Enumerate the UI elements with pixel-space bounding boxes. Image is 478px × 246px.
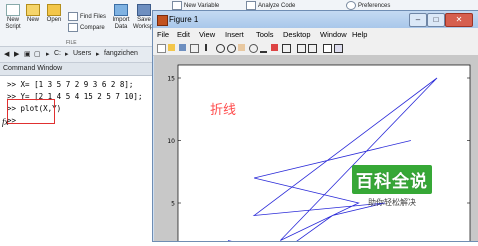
path-users[interactable]: Users [73,50,91,57]
analyze-code-button[interactable]: Analyze Code [246,1,295,10]
path-user-folder[interactable]: fangzichen [104,50,138,57]
find-files-button[interactable]: Find Files [68,12,106,21]
new-variable-button[interactable]: New Variable [172,1,219,10]
command-window-title: Command Window [3,65,63,72]
new-script-button[interactable]: New Script [3,4,23,31]
new-button[interactable]: New [24,4,42,24]
link-plot-icon[interactable] [282,44,291,53]
show-plot-tools-icon[interactable] [334,44,343,53]
hide-plot-tools-icon[interactable] [323,44,332,53]
new-plus-icon [26,4,40,16]
zoom-in-icon[interactable] [216,44,225,53]
import-label: Import Data [112,17,130,30]
save-icon [137,4,151,16]
menu-insert[interactable]: Insert [225,30,244,39]
data-cursor-icon[interactable] [260,44,267,53]
legend-icon[interactable] [308,44,317,53]
menu-edit[interactable]: Edit [177,30,190,39]
figure-title: Figure 1 [169,15,199,24]
print-icon[interactable] [190,44,199,53]
menu-window[interactable]: Window [320,30,347,39]
menu-file[interactable]: File [157,30,169,39]
find-files-icon [68,12,78,21]
y-tick-label: 5 [171,201,175,208]
preferences-button[interactable]: Preferences [346,1,390,10]
y-tick-label: 10 [167,138,175,145]
open-file-icon[interactable] [168,44,175,51]
pan-hand-icon[interactable] [238,44,245,51]
analyze-code-icon [246,1,256,10]
watermark-subtitle: 助你轻松解决 [368,198,416,207]
import-icon [114,4,128,16]
new-label: New [26,17,39,23]
fx-icon[interactable]: fx [2,117,9,127]
file-group-label: FILE [66,40,77,46]
path-separator-icon: ▸ [46,51,50,58]
path-drive[interactable]: C: [54,50,61,57]
rotate-3d-icon[interactable] [249,44,258,53]
close-button[interactable]: ✕ [445,13,473,27]
maximize-button[interactable]: □ [427,13,445,27]
open-button[interactable]: Open [44,4,64,24]
browse-folder-icon[interactable]: ▢ [34,50,41,58]
menu-tools[interactable]: Tools [256,30,274,39]
open-label: Open [46,17,62,23]
folder-icon [47,4,61,16]
edit-plot-arrow-icon[interactable] [205,44,214,51]
matlab-logo-icon [157,15,168,26]
brush-icon[interactable] [271,44,278,51]
plot-annotation: 折线 [210,103,236,118]
new-script-label: New Script [5,17,21,30]
new-script-icon [6,4,20,16]
figure-menu-bar: File Edit View Insert Tools Desktop Wind… [153,28,478,41]
zoom-out-icon[interactable] [227,44,236,53]
colorbar-icon[interactable] [297,44,306,53]
figure-toolbar [153,41,478,56]
gear-icon [346,1,356,10]
compare-button[interactable]: Compare [68,23,105,32]
forward-arrow-icon[interactable]: ▶ [14,50,19,58]
y-tick-label: 15 [167,76,175,83]
minimize-button[interactable]: – [409,13,427,27]
new-variable-icon [172,1,182,10]
red-highlight-box [7,99,55,124]
import-data-button[interactable]: Import Data [110,4,132,31]
menu-help[interactable]: Help [352,30,367,39]
up-folder-icon[interactable]: ▣ [24,50,31,58]
new-figure-icon[interactable] [157,44,166,53]
figure-title-bar[interactable]: Figure 1 – □ ✕ [153,11,478,28]
path-separator-icon: ▸ [65,51,69,58]
watermark: 百科全说 助你轻松解决 [338,165,446,217]
menu-view[interactable]: View [199,30,215,39]
back-arrow-icon[interactable]: ◀ [4,50,9,58]
menu-desktop[interactable]: Desktop [283,30,311,39]
watermark-title: 百科全说 [352,165,432,194]
command-window-header: Command Window [0,63,160,76]
command-line-x: >> X= [1 3 5 7 2 9 3 6 2 8]; [7,80,134,89]
save-figure-icon[interactable] [179,44,186,51]
compare-icon [68,23,78,32]
path-separator-icon: ▸ [96,51,100,58]
